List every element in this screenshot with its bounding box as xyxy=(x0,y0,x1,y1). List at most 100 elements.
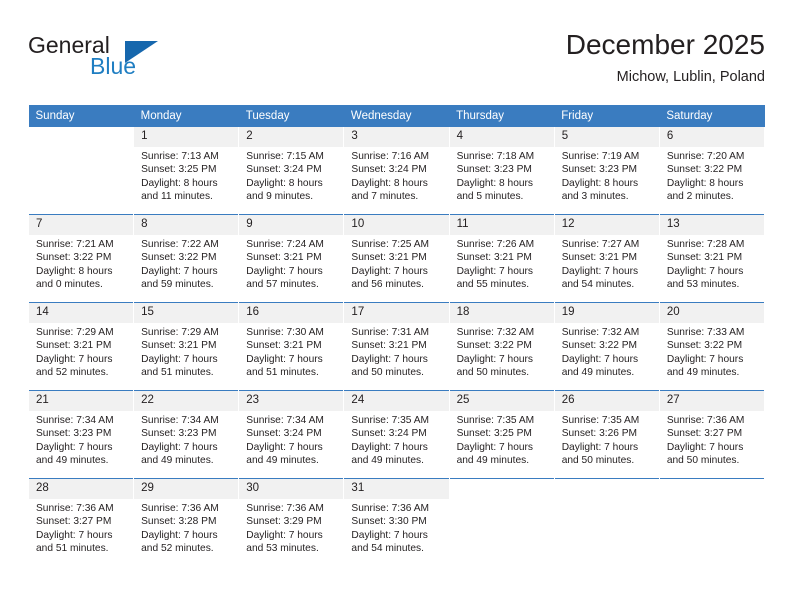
sunset-text: Sunset: 3:30 PM xyxy=(351,516,427,528)
day-cell[interactable]: 8 Sunrise: 7:22 AM Sunset: 3:22 PM Dayli… xyxy=(133,214,240,303)
day-cell[interactable]: 11 Sunrise: 7:26 AM Sunset: 3:21 PM Dayl… xyxy=(448,214,555,303)
sunset-text: Sunset: 3:27 PM xyxy=(36,516,112,528)
daylight-text-line2: and 7 minutes. xyxy=(351,190,419,202)
day-cell[interactable]: 27 Sunrise: 7:36 AM Sunset: 3:27 PM Dayl… xyxy=(658,390,766,479)
day-cell[interactable]: 19 Sunrise: 7:32 AM Sunset: 3:22 PM Dayl… xyxy=(553,302,660,391)
day-cell[interactable]: 9 Sunrise: 7:24 AM Sunset: 3:21 PM Dayli… xyxy=(238,214,345,303)
daylight-text-line1: Daylight: 7 hours xyxy=(141,353,218,365)
day-number: 26 xyxy=(554,391,659,411)
daylight-text-line1: Daylight: 7 hours xyxy=(561,265,639,277)
daylight-text-line2: and 49 minutes. xyxy=(246,454,319,466)
day-number: 29 xyxy=(134,479,239,499)
sunrise-text: Sunrise: 7:22 AM xyxy=(141,239,219,250)
daylight-text-line2: and 2 minutes. xyxy=(666,190,734,202)
day-number: 31 xyxy=(344,479,449,499)
day-cell[interactable] xyxy=(27,127,135,215)
page-subtitle-location: Michow, Lublin, Poland xyxy=(616,69,765,85)
day-cell[interactable]: 26 Sunrise: 7:35 AM Sunset: 3:26 PM Dayl… xyxy=(553,390,660,479)
sunset-text: Sunset: 3:29 PM xyxy=(246,516,322,528)
day-info: Sunrise: 7:25 AM Sunset: 3:21 PM Dayligh… xyxy=(344,235,448,291)
day-cell[interactable]: 23 Sunrise: 7:34 AM Sunset: 3:24 PM Dayl… xyxy=(238,390,345,479)
day-number: 15 xyxy=(134,303,239,323)
day-cell[interactable]: 30 Sunrise: 7:36 AM Sunset: 3:29 PM Dayl… xyxy=(238,478,345,566)
day-cell[interactable]: 14 Sunrise: 7:29 AM Sunset: 3:21 PM Dayl… xyxy=(27,302,135,391)
day-cell[interactable]: 2 Sunrise: 7:15 AM Sunset: 3:24 PM Dayli… xyxy=(238,127,345,215)
daylight-text-line2: and 0 minutes. xyxy=(36,278,103,290)
page-header: General Blue December 2025 Michow, Lubli… xyxy=(28,28,765,100)
day-cell[interactable]: 13 Sunrise: 7:28 AM Sunset: 3:21 PM Dayl… xyxy=(658,214,766,303)
sunrise-text: Sunrise: 7:19 AM xyxy=(561,151,640,162)
sunset-text: Sunset: 3:25 PM xyxy=(141,164,217,176)
day-cell[interactable]: 5 Sunrise: 7:19 AM Sunset: 3:23 PM Dayli… xyxy=(553,127,660,215)
sunrise-text: Sunrise: 7:28 AM xyxy=(666,239,745,250)
day-cell[interactable]: 4 Sunrise: 7:18 AM Sunset: 3:23 PM Dayli… xyxy=(448,127,555,215)
day-cell[interactable]: 3 Sunrise: 7:16 AM Sunset: 3:24 PM Dayli… xyxy=(343,127,450,215)
day-info: Sunrise: 7:32 AM Sunset: 3:22 PM Dayligh… xyxy=(450,323,554,379)
daylight-text-line1: Daylight: 7 hours xyxy=(456,265,534,277)
calendar-week-row: 21 Sunrise: 7:34 AM Sunset: 3:23 PM Dayl… xyxy=(27,390,766,479)
daylight-text-line2: and 53 minutes. xyxy=(666,278,740,290)
sunrise-text: Sunrise: 7:32 AM xyxy=(456,327,535,338)
daylight-text-line2: and 49 minutes. xyxy=(666,366,740,378)
day-number xyxy=(554,479,659,499)
calendar-week-row: 14 Sunrise: 7:29 AM Sunset: 3:21 PM Dayl… xyxy=(27,302,766,391)
sunrise-text: Sunrise: 7:36 AM xyxy=(666,415,745,426)
day-cell[interactable]: 22 Sunrise: 7:34 AM Sunset: 3:23 PM Dayl… xyxy=(133,390,240,479)
day-info: Sunrise: 7:22 AM Sunset: 3:22 PM Dayligh… xyxy=(134,235,238,291)
daylight-text-line1: Daylight: 7 hours xyxy=(561,353,639,365)
daylight-text-line2: and 49 minutes. xyxy=(561,366,635,378)
day-number: 5 xyxy=(554,127,659,147)
day-cell[interactable]: 10 Sunrise: 7:25 AM Sunset: 3:21 PM Dayl… xyxy=(343,214,450,303)
sunrise-text: Sunrise: 7:21 AM xyxy=(36,239,114,250)
day-cell[interactable]: 16 Sunrise: 7:30 AM Sunset: 3:21 PM Dayl… xyxy=(238,302,345,391)
day-number: 20 xyxy=(659,303,764,323)
day-cell[interactable]: 7 Sunrise: 7:21 AM Sunset: 3:22 PM Dayli… xyxy=(27,214,135,303)
weekday-header-thursday: Thursday xyxy=(449,105,555,127)
day-cell[interactable]: 18 Sunrise: 7:32 AM Sunset: 3:22 PM Dayl… xyxy=(448,302,555,391)
day-info: Sunrise: 7:15 AM Sunset: 3:24 PM Dayligh… xyxy=(239,147,343,203)
sunrise-text: Sunrise: 7:36 AM xyxy=(36,503,114,514)
day-info: Sunrise: 7:19 AM Sunset: 3:23 PM Dayligh… xyxy=(555,147,659,203)
daylight-text-line1: Daylight: 7 hours xyxy=(246,529,323,541)
day-cell[interactable] xyxy=(658,478,766,566)
day-cell[interactable]: 31 Sunrise: 7:36 AM Sunset: 3:30 PM Dayl… xyxy=(343,478,450,566)
day-number: 22 xyxy=(134,391,239,411)
sunset-text: Sunset: 3:22 PM xyxy=(561,340,638,352)
day-cell[interactable]: 20 Sunrise: 7:33 AM Sunset: 3:22 PM Dayl… xyxy=(658,302,766,391)
day-cell[interactable]: 6 Sunrise: 7:20 AM Sunset: 3:22 PM Dayli… xyxy=(658,127,766,215)
day-info: Sunrise: 7:18 AM Sunset: 3:23 PM Dayligh… xyxy=(450,147,554,203)
day-number: 17 xyxy=(344,303,449,323)
day-number: 6 xyxy=(659,127,764,147)
day-cell[interactable]: 17 Sunrise: 7:31 AM Sunset: 3:21 PM Dayl… xyxy=(343,302,450,391)
day-number: 24 xyxy=(344,391,449,411)
day-cell[interactable]: 1 Sunrise: 7:13 AM Sunset: 3:25 PM Dayli… xyxy=(133,127,240,215)
sunset-text: Sunset: 3:24 PM xyxy=(246,428,322,440)
daylight-text-line2: and 52 minutes. xyxy=(141,542,214,554)
day-cell[interactable]: 28 Sunrise: 7:36 AM Sunset: 3:27 PM Dayl… xyxy=(27,478,135,566)
day-number: 27 xyxy=(659,391,764,411)
sunrise-text: Sunrise: 7:18 AM xyxy=(456,151,535,162)
sunset-text: Sunset: 3:21 PM xyxy=(351,252,427,264)
day-cell[interactable]: 29 Sunrise: 7:36 AM Sunset: 3:28 PM Dayl… xyxy=(133,478,240,566)
weekday-header-saturday: Saturday xyxy=(659,105,765,127)
daylight-text-line1: Daylight: 7 hours xyxy=(141,529,218,541)
day-cell[interactable]: 21 Sunrise: 7:34 AM Sunset: 3:23 PM Dayl… xyxy=(27,390,135,479)
sunrise-text: Sunrise: 7:34 AM xyxy=(36,415,114,426)
day-cell[interactable] xyxy=(553,478,660,566)
sunrise-text: Sunrise: 7:13 AM xyxy=(141,151,219,162)
day-cell[interactable]: 15 Sunrise: 7:29 AM Sunset: 3:21 PM Dayl… xyxy=(133,302,240,391)
daylight-text-line2: and 50 minutes. xyxy=(456,366,530,378)
page-title: December 2025 xyxy=(565,29,765,60)
sunrise-text: Sunrise: 7:34 AM xyxy=(141,415,219,426)
day-cell[interactable]: 25 Sunrise: 7:35 AM Sunset: 3:25 PM Dayl… xyxy=(448,390,555,479)
sunset-text: Sunset: 3:27 PM xyxy=(666,428,743,440)
day-cell[interactable]: 24 Sunrise: 7:35 AM Sunset: 3:24 PM Dayl… xyxy=(343,390,450,479)
day-number xyxy=(659,479,764,499)
day-info: Sunrise: 7:36 AM Sunset: 3:27 PM Dayligh… xyxy=(660,411,764,467)
day-cell[interactable]: 12 Sunrise: 7:27 AM Sunset: 3:21 PM Dayl… xyxy=(553,214,660,303)
day-cell[interactable] xyxy=(448,478,555,566)
sunset-text: Sunset: 3:23 PM xyxy=(36,428,112,440)
general-blue-logo[interactable]: General Blue xyxy=(28,32,248,92)
daylight-text-line1: Daylight: 8 hours xyxy=(141,177,218,189)
weekday-header-friday: Friday xyxy=(554,105,660,127)
